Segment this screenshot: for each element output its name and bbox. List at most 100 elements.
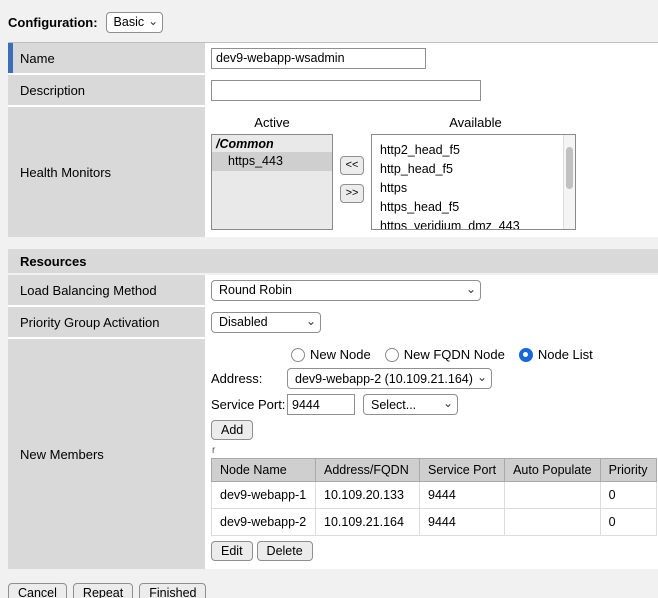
member-row[interactable]: dev9-webapp-1 10.109.20.133 9444 0 — [212, 482, 657, 509]
name-row: Name — [8, 43, 658, 73]
priority-group-label-cell: Priority Group Activation — [8, 307, 205, 337]
description-label: Description — [20, 83, 85, 98]
available-monitors-listbox[interactable]: http2_head_f5 http_head_f5 https https_h… — [371, 134, 576, 230]
members-table: Node Name Address/FQDN Service Port Auto… — [211, 458, 657, 536]
member-node-name: dev9-webapp-2 — [212, 509, 316, 536]
move-to-active-button[interactable]: << — [340, 156, 364, 175]
description-content-cell — [205, 75, 658, 105]
active-list-heading: Active — [211, 115, 333, 130]
chevron-down-icon: ⌄ — [443, 396, 453, 410]
address-select[interactable]: dev9-webapp-2 (10.109.21.164) ⌄ — [287, 368, 492, 389]
active-monitor-item[interactable]: https_443 — [212, 152, 332, 171]
node-list-radio[interactable] — [519, 348, 533, 362]
service-port-input[interactable] — [287, 394, 355, 415]
scrollbar-thumb[interactable] — [566, 147, 573, 189]
service-port-line: Service Port: Select... ⌄ — [211, 394, 658, 415]
add-button[interactable]: Add — [211, 420, 253, 440]
col-header-address-fqdn[interactable]: Address/FQDN — [316, 459, 420, 482]
member-row[interactable]: dev9-webapp-2 10.109.21.164 9444 0 — [212, 509, 657, 536]
load-balancing-select[interactable]: Round Robin ⌄ — [211, 280, 481, 301]
chevron-down-icon: ⌄ — [466, 282, 476, 296]
configuration-bar: Configuration: Basic ⌄ — [0, 0, 658, 42]
chevron-down-icon: ⌄ — [306, 314, 316, 328]
address-select-value: dev9-webapp-2 (10.109.21.164) — [295, 372, 473, 386]
members-table-header-row: Node Name Address/FQDN Service Port Auto… — [212, 459, 657, 482]
chevron-down-icon: ⌄ — [148, 14, 158, 28]
radio-option-node-list[interactable]: Node List — [519, 347, 593, 362]
description-row: Description — [8, 75, 658, 105]
available-monitor-item[interactable]: https_veridium_dmz_443 — [372, 217, 575, 230]
member-node-name: dev9-webapp-1 — [212, 482, 316, 509]
name-label-cell: Name — [8, 43, 205, 73]
member-actions: Edit Delete — [211, 541, 658, 561]
health-monitors-content: Active Available /Common https_443 << >>… — [205, 107, 658, 237]
name-label: Name — [20, 51, 55, 66]
address-line: Address: dev9-webapp-2 (10.109.21.164) ⌄ — [211, 368, 658, 389]
resources-table: Load Balancing Method Round Robin ⌄ Prio… — [8, 275, 658, 569]
priority-group-label: Priority Group Activation — [20, 315, 159, 330]
move-to-available-button[interactable]: >> — [340, 184, 364, 203]
repeat-button[interactable]: Repeat — [73, 583, 133, 598]
health-monitors-body: /Common https_443 << >> http2_head_f5 ht… — [211, 134, 658, 230]
delete-button[interactable]: Delete — [257, 541, 313, 561]
name-content-cell — [205, 43, 658, 73]
load-balancing-label-cell: Load Balancing Method — [8, 275, 205, 305]
new-members-label-cell: New Members — [8, 339, 205, 569]
monitor-move-buttons: << >> — [340, 156, 364, 203]
partition-group-label: /Common — [212, 135, 332, 152]
edit-button[interactable]: Edit — [211, 541, 253, 561]
available-monitor-item[interactable]: http_head_f5 — [372, 160, 575, 179]
member-type-radios: New Node New FQDN Node Node List — [291, 347, 658, 362]
radio-option-new-node[interactable]: New Node — [291, 347, 371, 362]
radio-option-new-fqdn-node[interactable]: New FQDN Node — [385, 347, 505, 362]
description-input[interactable] — [211, 80, 481, 101]
node-list-radio-label: Node List — [538, 347, 593, 362]
active-monitors-listbox[interactable]: /Common https_443 — [211, 134, 333, 230]
load-balancing-row: Load Balancing Method Round Robin ⌄ — [8, 275, 658, 305]
member-address: 10.109.20.133 — [316, 482, 420, 509]
member-service-port: 9444 — [420, 509, 505, 536]
available-monitor-item[interactable]: https — [372, 179, 575, 198]
new-node-radio[interactable] — [291, 348, 305, 362]
load-balancing-select-value: Round Robin — [219, 283, 292, 297]
finished-button[interactable]: Finished — [139, 583, 206, 598]
new-node-radio-label: New Node — [310, 347, 371, 362]
load-balancing-content-cell: Round Robin ⌄ — [205, 275, 658, 305]
available-monitor-item[interactable]: http2_head_f5 — [372, 141, 575, 160]
configuration-select-value: Basic — [114, 15, 145, 29]
col-header-priority[interactable]: Priority — [600, 459, 656, 482]
new-fqdn-node-radio[interactable] — [385, 348, 399, 362]
col-header-service-port[interactable]: Service Port — [420, 459, 505, 482]
form-footer: Cancel Repeat Finished — [8, 583, 658, 598]
member-service-port: 9444 — [420, 482, 505, 509]
stray-text: r — [212, 445, 658, 457]
cancel-button[interactable]: Cancel — [8, 583, 67, 598]
address-label: Address: — [211, 371, 287, 386]
priority-group-select-value: Disabled — [219, 315, 268, 329]
new-fqdn-node-radio-label: New FQDN Node — [404, 347, 505, 362]
new-members-label: New Members — [20, 447, 104, 462]
priority-group-row: Priority Group Activation Disabled ⌄ — [8, 307, 658, 337]
health-monitors-label-cell: Health Monitors — [8, 107, 205, 237]
col-header-node-name[interactable]: Node Name — [212, 459, 316, 482]
member-priority: 0 — [600, 509, 656, 536]
member-auto-populate — [505, 509, 601, 536]
new-members-row: New Members New Node New FQDN Node Node … — [8, 339, 658, 569]
general-properties-table: Name Description Health Monitors Active … — [8, 42, 658, 237]
col-header-auto-populate[interactable]: Auto Populate — [505, 459, 601, 482]
service-port-select[interactable]: Select... ⌄ — [363, 394, 458, 415]
health-monitors-label: Health Monitors — [20, 165, 111, 180]
section-gap — [0, 237, 658, 249]
service-port-select-value: Select... — [371, 398, 416, 412]
available-monitor-item[interactable]: https_head_f5 — [372, 198, 575, 217]
load-balancing-label: Load Balancing Method — [20, 283, 157, 298]
new-members-content: New Node New FQDN Node Node List Address… — [205, 339, 658, 569]
scrollbar-track[interactable] — [563, 135, 575, 229]
health-monitors-row: Health Monitors Active Available /Common… — [8, 107, 658, 237]
member-auto-populate — [505, 482, 601, 509]
priority-group-select[interactable]: Disabled ⌄ — [211, 312, 321, 333]
name-input[interactable] — [211, 48, 426, 69]
configuration-select[interactable]: Basic ⌄ — [106, 12, 164, 33]
description-label-cell: Description — [8, 75, 205, 105]
service-port-label: Service Port: — [211, 397, 287, 412]
